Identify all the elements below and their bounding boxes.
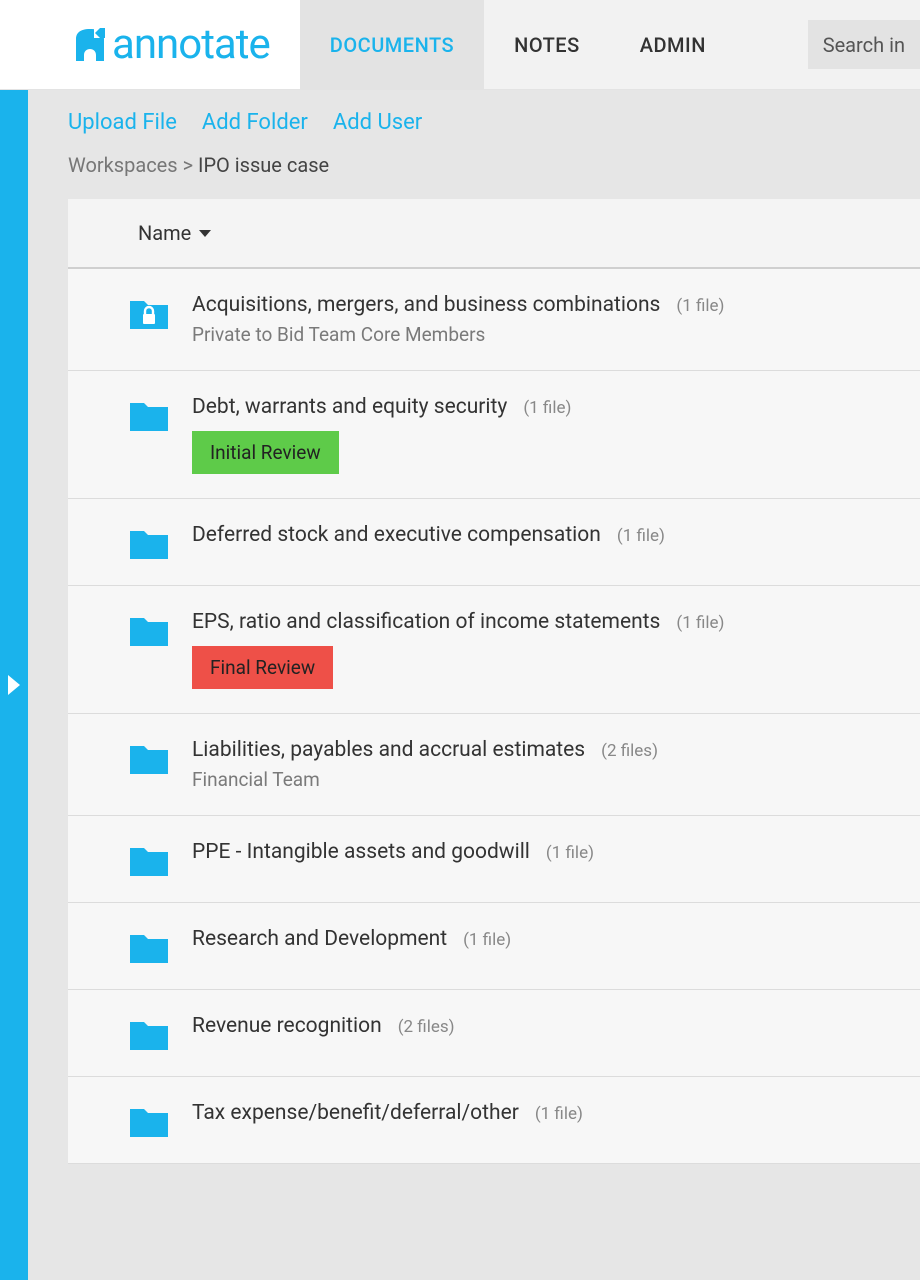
folder-row[interactable]: PPE - Intangible assets and goodwill (1 f… [68, 816, 920, 903]
folder-row[interactable]: Tax expense/benefit/deferral/other (1 fil… [68, 1077, 920, 1164]
folder-subtitle: Private to Bid Team Core Members [192, 323, 724, 346]
column-name-sort[interactable]: Name [138, 221, 211, 245]
status-tag: Final Review [192, 646, 333, 689]
folder-row-body: Revenue recognition (2 files) [192, 1014, 455, 1038]
folder-title: Liabilities, payables and accrual estima… [192, 738, 585, 762]
folder-row-body: EPS, ratio and classification of income … [192, 610, 724, 689]
table-header: Name [68, 199, 920, 269]
folder-row-body: Acquisitions, mergers, and business comb… [192, 293, 724, 346]
folder-icon [128, 525, 170, 561]
folder-title-line: Revenue recognition (2 files) [192, 1014, 455, 1038]
folder-title: Research and Development [192, 927, 447, 951]
main-content: Upload File Add Folder Add User Workspac… [28, 90, 920, 1280]
folder-title: Tax expense/benefit/deferral/other [192, 1101, 519, 1125]
folder-row-body: Deferred stock and executive compensatio… [192, 523, 665, 547]
folder-title-line: EPS, ratio and classification of income … [192, 610, 724, 634]
tab-admin[interactable]: ADMIN [610, 0, 736, 89]
folder-title: Debt, warrants and equity security [192, 395, 507, 419]
tab-documents[interactable]: DOCUMENTS [300, 0, 484, 89]
folder-icon [128, 612, 170, 648]
folder-title-line: Acquisitions, mergers, and business comb… [192, 293, 724, 317]
brand-text: annotate [112, 20, 270, 69]
file-count: (2 files) [398, 1017, 455, 1037]
folder-icon [128, 929, 170, 965]
file-count: (1 file) [617, 526, 665, 546]
status-tag: Initial Review [192, 431, 339, 474]
tab-notes[interactable]: NOTES [484, 0, 610, 89]
folder-icon [128, 740, 170, 776]
folder-title-line: Tax expense/benefit/deferral/other (1 fil… [192, 1101, 583, 1125]
locked-folder-icon [128, 295, 170, 331]
folder-row[interactable]: EPS, ratio and classification of income … [68, 586, 920, 714]
expand-sidebar-icon[interactable] [8, 675, 20, 695]
search-placeholder: Search in [823, 33, 905, 57]
folder-row-body: PPE - Intangible assets and goodwill (1 f… [192, 840, 594, 864]
folder-row-body: Debt, warrants and equity security (1 fil… [192, 395, 571, 474]
folder-title: EPS, ratio and classification of income … [192, 610, 660, 634]
folder-row[interactable]: Revenue recognition (2 files) [68, 990, 920, 1077]
folder-row[interactable]: Research and Development (1 file) [68, 903, 920, 990]
breadcrumb-current: IPO issue case [198, 153, 329, 177]
file-count: (1 file) [463, 930, 511, 950]
folder-title-line: Deferred stock and executive compensatio… [192, 523, 665, 547]
topbar: annotate DOCUMENTS NOTES ADMIN Search in [0, 0, 920, 90]
folder-title-line: Liabilities, payables and accrual estima… [192, 738, 658, 762]
folder-title-line: Research and Development (1 file) [192, 927, 511, 951]
breadcrumb-sep: > [183, 153, 193, 177]
folder-row[interactable]: Acquisitions, mergers, and business comb… [68, 269, 920, 371]
file-count: (1 file) [676, 296, 724, 316]
folder-table: Name Acquisitions, mergers, and business… [68, 199, 920, 1164]
breadcrumb: Workspaces > IPO issue case [68, 153, 920, 177]
left-rail [0, 90, 28, 1280]
chevron-down-icon [199, 230, 211, 237]
brand-logo[interactable]: annotate [0, 0, 300, 89]
folder-row-body: Tax expense/benefit/deferral/other (1 fil… [192, 1101, 583, 1125]
folder-row[interactable]: Deferred stock and executive compensatio… [68, 499, 920, 586]
add-folder-link[interactable]: Add Folder [202, 110, 308, 135]
logo-icon [70, 25, 110, 65]
folder-title-line: PPE - Intangible assets and goodwill (1 f… [192, 840, 594, 864]
nav: DOCUMENTS NOTES ADMIN [300, 0, 788, 89]
folder-title: PPE - Intangible assets and goodwill [192, 840, 530, 864]
folder-icon [128, 397, 170, 433]
folder-title-line: Debt, warrants and equity security (1 fil… [192, 395, 571, 419]
file-count: (1 file) [523, 398, 571, 418]
folder-icon [128, 1016, 170, 1052]
breadcrumb-root[interactable]: Workspaces [68, 153, 178, 177]
folder-icon [128, 842, 170, 878]
folder-row[interactable]: Debt, warrants and equity security (1 fil… [68, 371, 920, 499]
folder-title: Deferred stock and executive compensatio… [192, 523, 601, 547]
add-user-link[interactable]: Add User [333, 110, 422, 135]
action-links: Upload File Add Folder Add User [68, 110, 920, 135]
column-name-label: Name [138, 221, 191, 245]
folder-icon [128, 1103, 170, 1139]
folder-subtitle: Financial Team [192, 768, 658, 791]
folder-row-body: Liabilities, payables and accrual estima… [192, 738, 658, 791]
folder-row[interactable]: Liabilities, payables and accrual estima… [68, 714, 920, 816]
file-count: (2 files) [601, 741, 658, 761]
upload-file-link[interactable]: Upload File [68, 110, 177, 135]
folder-title: Revenue recognition [192, 1014, 382, 1038]
search-input[interactable]: Search in [808, 20, 920, 69]
file-count: (1 file) [535, 1104, 583, 1124]
file-count: (1 file) [546, 843, 594, 863]
file-count: (1 file) [676, 613, 724, 633]
folder-title: Acquisitions, mergers, and business comb… [192, 293, 660, 317]
folder-row-body: Research and Development (1 file) [192, 927, 511, 951]
